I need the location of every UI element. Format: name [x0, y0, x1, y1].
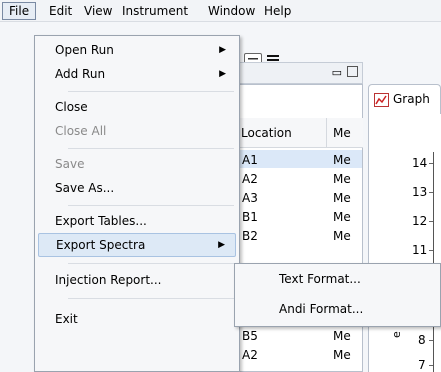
y-tick-label: 13 — [412, 185, 428, 199]
menu-file[interactable]: File — [2, 2, 37, 20]
menu-edit[interactable]: Edit — [43, 2, 78, 20]
graph-area — [368, 114, 441, 372]
table-cell[interactable]: Me — [333, 227, 351, 245]
table-cell[interactable]: A1 — [242, 151, 258, 169]
menu-item-close[interactable]: Close — [38, 95, 236, 119]
menu-item-save-as[interactable]: Save As... — [38, 176, 236, 200]
export-spectra-submenu: Text Format... Andi Format... — [234, 263, 441, 327]
table-cell[interactable]: Me — [333, 346, 351, 364]
menu-item-add-run[interactable]: Add Run ▶ — [38, 62, 236, 86]
menu-item-andi-format[interactable]: Andi Format... — [279, 297, 363, 321]
menu-item-close-all[interactable]: Close All — [38, 119, 236, 143]
menu-item-open-run[interactable]: Open Run ▶ — [38, 38, 236, 62]
menu-item-text-format[interactable]: Text Format... — [279, 267, 361, 291]
table-cell[interactable]: A3 — [242, 189, 258, 207]
table-header: Location Me — [233, 118, 363, 148]
maximize-icon[interactable] — [347, 66, 358, 77]
y-axis — [433, 152, 434, 372]
menu-separator — [68, 148, 234, 149]
menu-item-injection-report[interactable]: Injection Report... — [38, 268, 236, 292]
menu-item-export-tables[interactable]: Export Tables... — [38, 209, 236, 233]
y-tick-label: 14 — [412, 156, 428, 170]
table-cell[interactable]: B5 — [242, 327, 258, 345]
table-cell[interactable]: A2 — [242, 170, 258, 188]
table-cell[interactable]: Me — [333, 170, 351, 188]
menu-separator — [68, 91, 234, 92]
menu-item-save[interactable]: Save — [38, 152, 236, 176]
menu-separator — [68, 263, 234, 264]
table-cell[interactable]: A2 — [242, 346, 258, 364]
table-cell[interactable]: Me — [333, 208, 351, 226]
column-header-me[interactable]: Me — [333, 124, 351, 142]
y-tick-label: 11 — [412, 243, 428, 257]
table-cell[interactable]: B2 — [242, 227, 258, 245]
table-cell[interactable]: Me — [333, 151, 351, 169]
menu-separator — [68, 205, 234, 206]
file-menu-dropdown: Open Run ▶ Add Run ▶ Close Close All Save … — [34, 35, 240, 372]
submenu-arrow-icon: ▶ — [218, 240, 225, 250]
table-panel-header: ▭ — [233, 62, 363, 84]
menu-item-export-spectra[interactable]: Export Spectra ▶ — [38, 233, 236, 257]
menu-item-exit[interactable]: Exit — [38, 307, 236, 331]
minimize-icon[interactable]: ▭ — [332, 66, 342, 79]
menu-separator — [68, 298, 234, 299]
submenu-arrow-icon: ▶ — [219, 69, 226, 79]
y-tick-label: 7 — [418, 358, 426, 372]
menu-bar: File Edit View Instrument Window Help — [0, 0, 441, 22]
submenu-arrow-icon: ▶ — [219, 45, 226, 55]
tab-graph-label: Graph — [393, 92, 430, 106]
column-header-location[interactable]: Location — [241, 124, 292, 142]
menu-view[interactable]: View — [78, 2, 118, 20]
y-tick-label: 8 — [418, 333, 426, 347]
tab-graph[interactable]: Graph — [368, 84, 441, 114]
table-cell[interactable]: B1 — [242, 208, 258, 226]
table-cell[interactable]: Me — [333, 327, 351, 345]
menu-window[interactable]: Window — [202, 2, 261, 20]
graph-icon — [374, 93, 389, 107]
table-cell[interactable]: Me — [333, 189, 351, 207]
menu-instrument[interactable]: Instrument — [116, 2, 194, 20]
y-tick-label: 12 — [412, 214, 428, 228]
menu-help[interactable]: Help — [258, 2, 297, 20]
